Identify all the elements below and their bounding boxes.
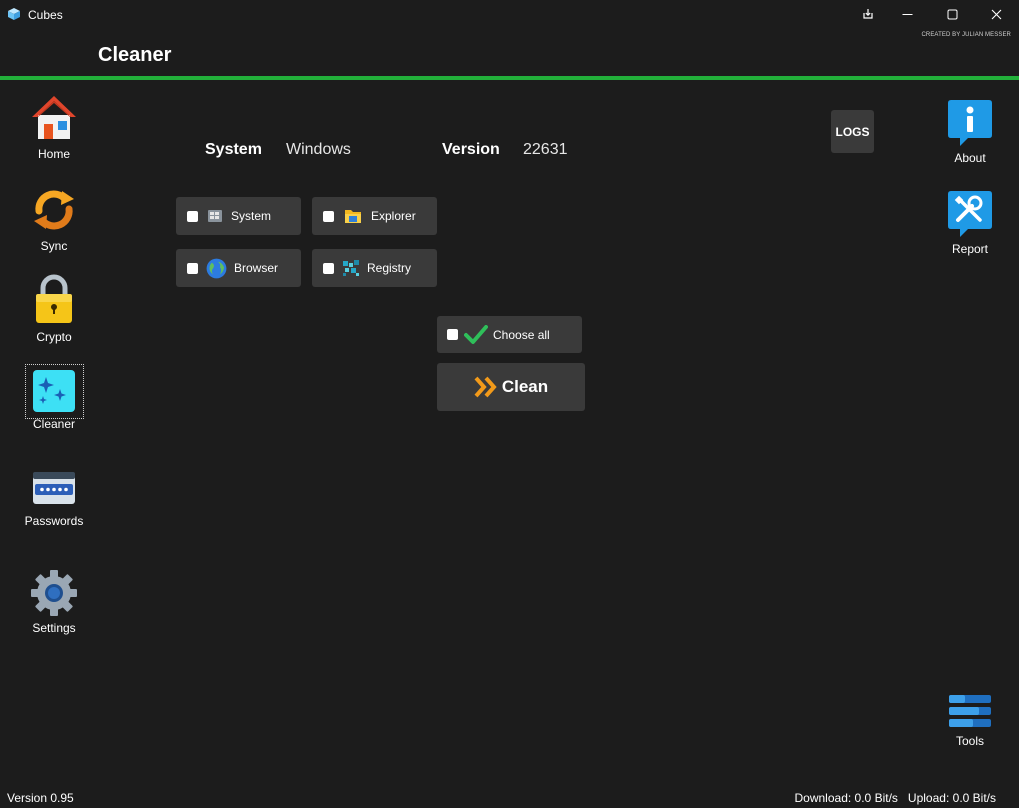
nav-report[interactable]: Report [940, 190, 1000, 256]
option-browser[interactable]: Browser [176, 249, 301, 287]
password-icon [33, 472, 75, 504]
explorer-checkbox[interactable] [323, 210, 334, 222]
logs-button[interactable]: LOGS [831, 110, 874, 153]
download-label: Download: [794, 791, 852, 805]
nav-crypto[interactable]: Crypto [24, 272, 84, 344]
choose-all-button[interactable]: Choose all [437, 316, 582, 353]
globe-icon [206, 258, 227, 278]
registry-checkbox[interactable] [323, 262, 334, 274]
double-chevron-right-icon [474, 376, 497, 398]
nav-report-label: Report [951, 242, 989, 256]
page-title: Cleaner [98, 44, 172, 66]
option-registry[interactable]: Registry [312, 249, 437, 287]
nav-tools-label: Tools [955, 734, 984, 748]
option-explorer-label: Explorer [371, 209, 416, 223]
system-label: System [205, 141, 262, 158]
nav-sync-label: Sync [40, 239, 68, 253]
version-label: Version [442, 141, 500, 158]
sync-icon [34, 190, 74, 230]
info-icon [948, 100, 992, 146]
nav-home-label: Home [37, 147, 70, 161]
header-accent-line [0, 76, 1019, 80]
upload-value: 0.0 Bit/s [952, 791, 996, 805]
computer-icon [208, 210, 222, 222]
option-system[interactable]: System [176, 197, 301, 235]
clean-button[interactable]: Clean [437, 363, 585, 411]
system-value: Windows [286, 141, 351, 158]
nav-cleaner-label: Cleaner [32, 417, 76, 431]
nav-crypto-label: Crypto [36, 330, 72, 344]
browser-checkbox[interactable] [187, 262, 198, 274]
clean-button-label: Clean [501, 377, 549, 396]
upload-label: Upload: [907, 791, 950, 805]
system-checkbox[interactable] [187, 210, 198, 222]
nav-passwords[interactable]: Passwords [24, 468, 84, 528]
minimize-button[interactable] [884, 0, 930, 28]
title-bar: Cubes [0, 0, 1019, 30]
option-browser-label: Browser [234, 261, 279, 275]
nav-about[interactable]: About [940, 99, 1000, 165]
download-value: 0.0 Bit/s [854, 791, 898, 805]
option-system-label: System [231, 209, 272, 223]
nav-settings-label: Settings [32, 621, 76, 635]
network-status: Download: 0.0 Bit/s Upload: 0.0 Bit/s [795, 791, 997, 805]
version-value: 22631 [523, 141, 568, 158]
registry-icon [343, 260, 359, 276]
tools-report-icon [948, 191, 992, 237]
minimize-icon [902, 13, 912, 15]
nav-tools[interactable]: Tools [940, 694, 1000, 748]
gear-icon [31, 570, 77, 616]
home-icon [32, 96, 76, 139]
nav-home[interactable]: Home [24, 93, 84, 161]
author-credit: CREATED BY JULIAN MESSER [921, 32, 1011, 38]
sparkle-icon [33, 370, 75, 412]
padlock-icon [36, 274, 72, 323]
checkmark-icon [464, 324, 488, 344]
download-icon [863, 9, 873, 19]
nav-about-label: About [954, 151, 986, 165]
choose-all-checkbox[interactable] [447, 329, 458, 340]
folder-icon [345, 210, 361, 223]
tools-icon [949, 695, 991, 727]
nav-passwords-label: Passwords [24, 514, 84, 528]
app-version: Version 0.95 [7, 791, 74, 805]
maximize-button[interactable] [929, 0, 975, 28]
cube-icon [8, 8, 20, 20]
option-registry-label: Registry [367, 261, 412, 275]
nav-sync[interactable]: Sync [24, 185, 84, 253]
close-button[interactable] [973, 0, 1019, 28]
window-title: Cubes [28, 8, 63, 22]
nav-settings[interactable]: Settings [24, 569, 84, 635]
nav-cleaner[interactable]: Cleaner [24, 369, 84, 431]
choose-all-label: Choose all [493, 327, 550, 342]
close-icon [991, 9, 1001, 19]
option-explorer[interactable]: Explorer [312, 197, 437, 235]
maximize-icon [947, 9, 957, 19]
